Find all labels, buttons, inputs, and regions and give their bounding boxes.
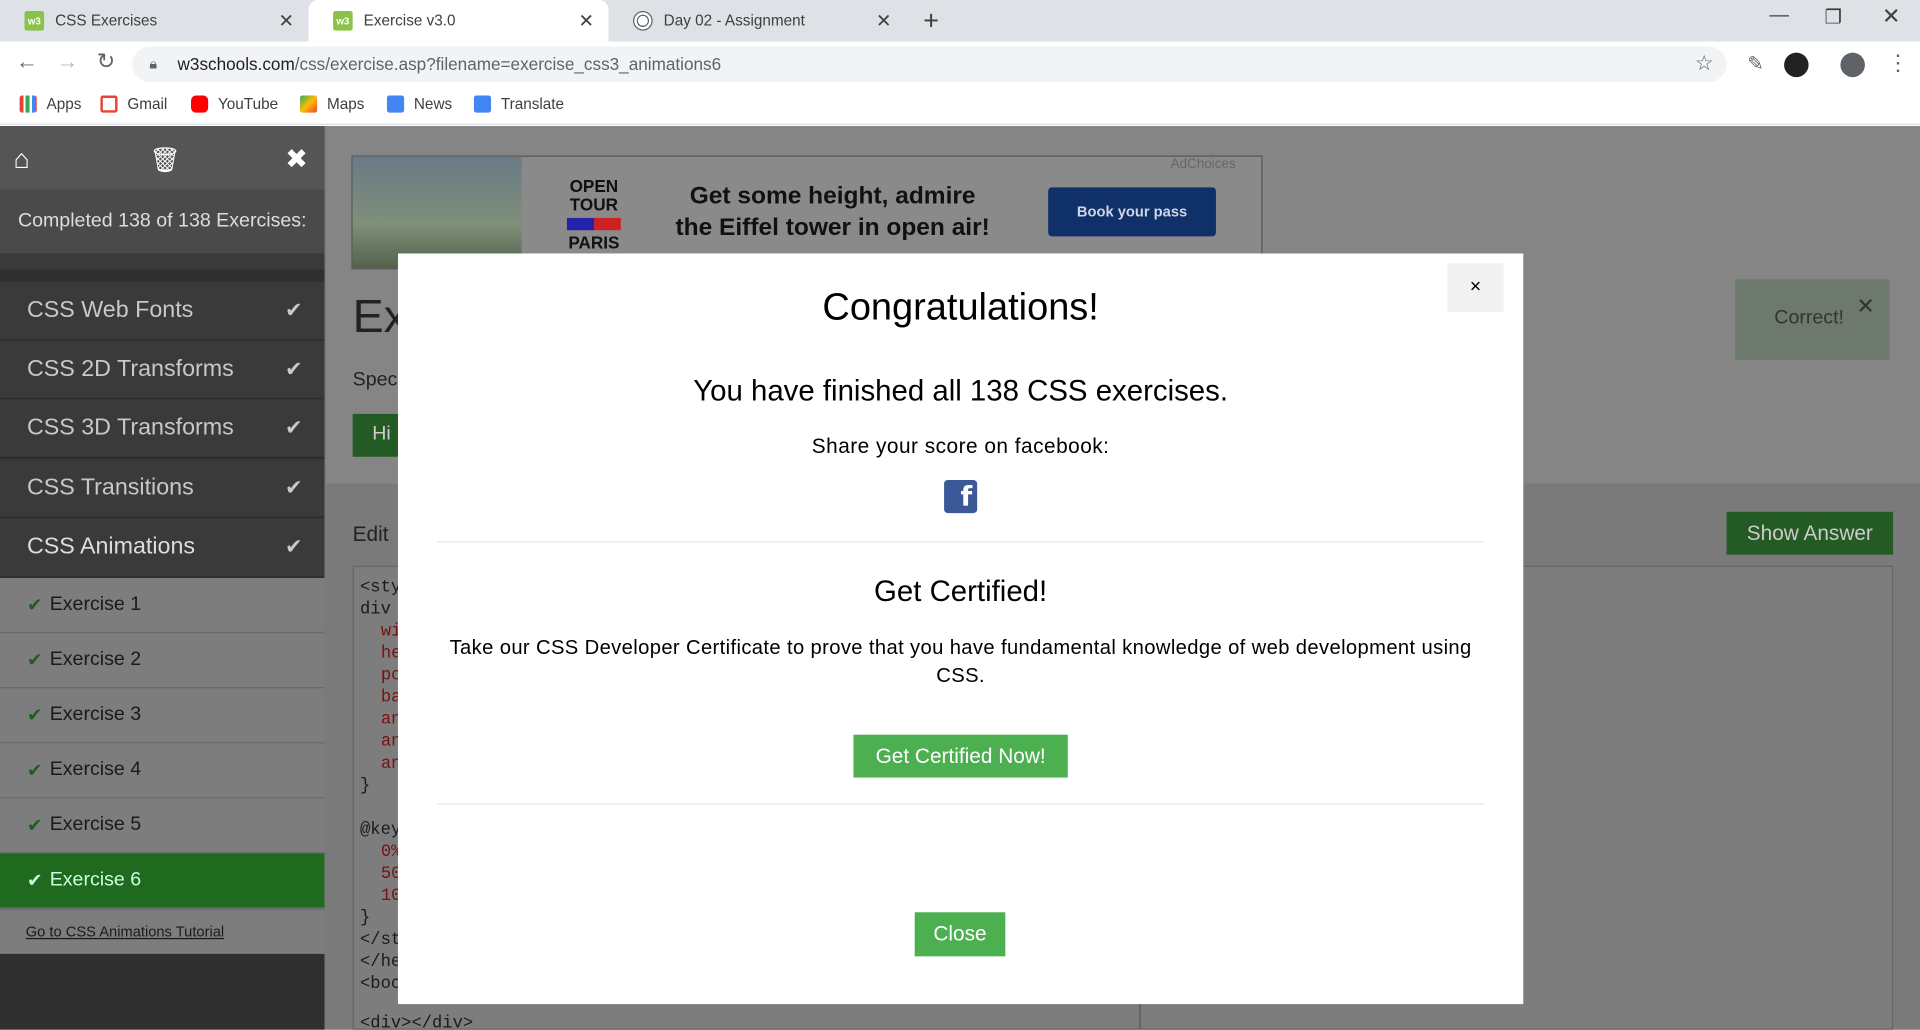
extension-badge-icon[interactable]	[1784, 52, 1809, 78]
star-icon[interactable]: ☆	[1695, 51, 1714, 75]
code-line: </he	[360, 952, 402, 973]
tab-title: Day 02 - Assignment	[663, 12, 805, 30]
close-window-icon[interactable]: ✕	[1882, 4, 1900, 30]
back-icon[interactable]: ←	[16, 49, 38, 75]
check-icon: ✔	[285, 356, 303, 381]
new-tab-icon[interactable]: +	[923, 5, 939, 37]
w3-favicon: w3	[24, 11, 45, 31]
cert-text: Take our CSS Developer Certificate to pr…	[449, 636, 1472, 687]
tab-day02-assignment[interactable]: Day 02 - Assignment ✕	[609, 0, 907, 42]
code-line: <div></div>	[360, 1013, 474, 1030]
code-line: div	[360, 600, 391, 620]
facebook-icon[interactable]: f	[944, 480, 978, 514]
code-line: <boc	[360, 974, 402, 995]
trash-icon[interactable]: 🗑︎	[149, 144, 180, 175]
check-icon: ✔	[285, 415, 303, 439]
ad-book-button[interactable]: Book your pass	[1048, 187, 1216, 237]
sidebar-item-3d-transforms[interactable]: CSS 3D Transforms ✔	[0, 399, 325, 458]
close-tab-icon[interactable]: ✕	[876, 10, 891, 32]
url-text[interactable]: w3schools.com/css/exercise.asp?filename=…	[178, 54, 722, 74]
divider	[437, 541, 1485, 543]
share-text: Share your score on facebook:	[811, 434, 1110, 458]
exercise-item-4[interactable]: ✔ Exercise 4	[0, 743, 325, 799]
bookmark-translate[interactable]: Translate	[473, 95, 564, 113]
editor-title: Edit	[352, 522, 389, 547]
w3-favicon: w3	[333, 11, 353, 31]
sidebar-item-animations[interactable]: CSS Animations ✔	[0, 517, 325, 578]
check-icon: ✔	[26, 595, 43, 616]
ad-headline: Get some height, admire the Eiffel tower…	[675, 182, 990, 242]
eiffel-tower-image	[352, 156, 522, 269]
close-button[interactable]: Close	[914, 912, 1006, 957]
exercise-item-6[interactable]: ✔ Exercise 6	[0, 853, 325, 909]
completed-counter: Completed 138 of 138 Exercises:	[0, 189, 325, 254]
bookmarks-bar	[0, 86, 1920, 125]
check-icon: ✔	[26, 705, 43, 727]
close-tab-icon[interactable]: ✕	[278, 10, 293, 32]
modal-title: Congratulations!	[822, 285, 1099, 329]
close-icon[interactable]: ✖	[285, 143, 308, 175]
tab-title: Exercise v3.0	[363, 12, 456, 30]
check-icon: ✔	[26, 870, 43, 892]
lock-icon: 🔒︎	[149, 55, 158, 73]
exercise-item-1[interactable]: ✔ Exercise 1	[0, 577, 325, 634]
tab-title: CSS Exercises	[55, 12, 158, 30]
extension-icon[interactable]: ✎	[1747, 51, 1763, 75]
check-icon: ✔	[26, 815, 43, 837]
globe-icon	[633, 11, 653, 31]
code-line: }	[360, 776, 371, 796]
close-tab-icon[interactable]: ✕	[578, 10, 593, 32]
menu-icon[interactable]: ⋮	[1887, 50, 1909, 76]
toast-close-icon[interactable]: ✕	[1856, 294, 1874, 320]
sidebar-item-web-fonts[interactable]: CSS Web Fonts ✔	[0, 281, 325, 341]
code-line: </st	[360, 930, 402, 951]
adchoices-label[interactable]: AdChoices	[1171, 157, 1236, 172]
hint-button[interactable]: Hi	[352, 413, 402, 457]
open-tour-logo: OPEN TOUR PARIS	[566, 176, 621, 253]
translate-icon	[473, 95, 492, 113]
divider	[437, 803, 1485, 805]
tab-exercise-v3[interactable]: w3 Exercise v3.0 ✕	[308, 0, 609, 42]
congrats-modal	[397, 253, 1524, 1005]
code-line: @key	[360, 820, 402, 841]
check-icon: ✔	[26, 650, 43, 672]
sidebar-item-2d-transforms[interactable]: CSS 2D Transforms ✔	[0, 340, 325, 400]
show-answer-button[interactable]: Show Answer	[1726, 511, 1894, 555]
exercise-spec: Spec	[352, 369, 398, 391]
bookmark-maps[interactable]: Maps	[300, 95, 364, 113]
profile-icon[interactable]	[1840, 52, 1865, 78]
bookmark-gmail[interactable]: Gmail	[100, 95, 167, 113]
check-icon: ✔	[285, 535, 303, 559]
check-icon: ✔	[26, 760, 43, 782]
reload-icon[interactable]: ↻	[97, 49, 115, 75]
bookmark-apps[interactable]: Apps	[19, 95, 81, 113]
news-icon	[386, 95, 405, 113]
tab-css-exercises[interactable]: w3 CSS Exercises ✕	[0, 0, 309, 42]
modal-subtitle: You have finished all 138 CSS exercises.	[693, 374, 1229, 408]
bookmark-youtube[interactable]: YouTube	[191, 95, 278, 113]
home-icon[interactable]: ⌂	[13, 143, 29, 175]
exercise-item-5[interactable]: ✔ Exercise 5	[0, 798, 325, 854]
youtube-icon	[191, 95, 209, 113]
check-icon: ✔	[285, 475, 303, 499]
exercise-item-2[interactable]: ✔ Exercise 2	[0, 633, 325, 689]
exercise-item-3[interactable]: ✔ Exercise 3	[0, 688, 325, 744]
code-line: <sty	[360, 577, 402, 598]
check-icon: ✔	[285, 298, 303, 322]
sidebar-item-transitions[interactable]: CSS Transitions ✔	[0, 459, 325, 518]
forward-icon[interactable]: →	[56, 49, 78, 75]
restore-icon[interactable]: ❐	[1825, 5, 1843, 29]
tutorial-link[interactable]: Go to CSS Animations Tutorial	[0, 908, 325, 954]
bookmark-news[interactable]: News	[386, 95, 452, 113]
gmail-icon	[100, 95, 118, 113]
get-certified-button[interactable]: Get Certified Now!	[853, 734, 1068, 778]
code-line: }	[360, 908, 371, 929]
apps-icon	[19, 95, 37, 113]
minimize-icon[interactable]: —	[1769, 5, 1789, 27]
cert-title: Get Certified!	[874, 575, 1048, 609]
maps-icon	[300, 95, 318, 113]
